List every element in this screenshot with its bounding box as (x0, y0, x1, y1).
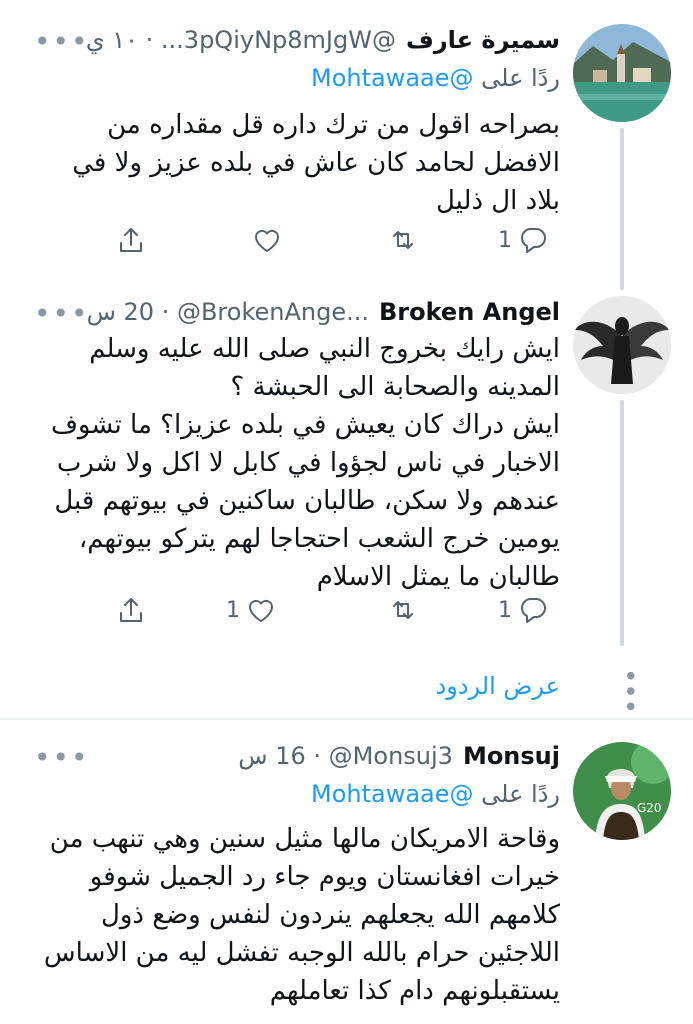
share-icon (120, 598, 142, 622)
display-name[interactable]: Broken Angel (379, 298, 560, 326)
replying-prefix: ردًا على (481, 780, 560, 808)
reply-button[interactable]: 1 (498, 220, 548, 260)
winged-angel-avatar-icon (573, 296, 671, 394)
tweet-actions: 1 1 (0, 590, 693, 630)
display-name[interactable]: Monsuj (463, 742, 560, 770)
display-name[interactable]: سميرة عارف (406, 26, 560, 54)
tweet-text-line-2: ايش دراك كان يعيش في بلده عزيزا؟ ما تشوف… (50, 410, 560, 592)
like-button[interactable]: 1 (226, 590, 276, 630)
like-count: 1 (226, 597, 240, 623)
heart-icon (248, 599, 274, 622)
avatar[interactable] (573, 24, 671, 122)
svg-text:G20: G20 (637, 801, 662, 815)
timestamp[interactable]: 20 س (87, 298, 154, 326)
mention-link[interactable]: @Mohtawaae (311, 64, 474, 92)
tweet-text: ايش رايك بخروج النبي صلى الله عليه وسلم … (30, 330, 560, 596)
retweet-button[interactable] (388, 220, 418, 260)
tweet-3[interactable]: G20 ••• Monsuj @Monsuj3 · 16 س ردًا على … (0, 720, 693, 1024)
share-button[interactable] (116, 220, 146, 260)
reply-count: 1 (498, 597, 512, 623)
user-handle[interactable]: @BrokenAnge... (177, 298, 369, 326)
reply-button[interactable]: 1 (498, 590, 548, 630)
separator-dot: · (305, 742, 329, 770)
avatar[interactable]: G20 (573, 742, 671, 840)
tweet-actions: 1 (0, 220, 693, 260)
tweet-text-line-1: ايش رايك بخروج النبي صلى الله عليه وسلم … (89, 334, 560, 402)
retweet-icon (393, 601, 413, 619)
like-button[interactable] (252, 220, 282, 260)
tweet-header: Monsuj @Monsuj3 · 16 س (238, 738, 560, 774)
share-button[interactable] (116, 590, 146, 630)
user-handle[interactable]: @3pQiyNp8mJgW... (161, 26, 396, 54)
tweet-text: بصراحه اقول من ترك داره قل مقداره من الا… (30, 106, 560, 220)
replying-prefix: ردًا على (481, 64, 560, 92)
more-options-icon[interactable]: ••• (34, 28, 90, 56)
thread-line (620, 128, 624, 290)
timestamp[interactable]: 16 س (238, 742, 305, 770)
tweet-text-body: بصراحه اقول من ترك داره قل مقداره من الا… (72, 110, 560, 216)
reply-count: 1 (498, 227, 512, 253)
separator-dot: · (138, 26, 161, 54)
more-options-icon[interactable]: ••• (34, 300, 90, 328)
replying-to: ردًا على @Mohtawaae (311, 64, 560, 92)
replying-to: ردًا على @Mohtawaae (311, 780, 560, 808)
heart-icon (254, 229, 280, 252)
tweet-text-body: وقاحة الامريكان مالها مثيل سنين وهي تنهب… (43, 824, 560, 1006)
reply-icon (521, 598, 546, 623)
share-icon (120, 228, 142, 252)
show-replies-link[interactable]: عرض الردود (436, 672, 560, 700)
mention-link[interactable]: @Mohtawaae (311, 780, 474, 808)
tweet-1[interactable]: ••• سميرة عارف @3pQiyNp8mJgW... · ١٠ ي ر… (0, 0, 693, 290)
reply-icon (521, 228, 546, 253)
thread-dots-icon: ••• (614, 668, 644, 715)
tweet-header: Broken Angel @BrokenAnge... · 20 س (87, 294, 560, 330)
g20-portrait-avatar-icon: G20 (573, 742, 671, 840)
lake-village-avatar-icon (573, 24, 671, 122)
timestamp[interactable]: ١٠ ي (86, 26, 138, 54)
tweet-header: سميرة عارف @3pQiyNp8mJgW... · ١٠ ي (86, 22, 560, 58)
avatar[interactable] (573, 296, 671, 394)
more-options-icon[interactable]: ••• (34, 744, 90, 772)
retweet-icon (393, 231, 413, 249)
separator-dot: · (154, 298, 177, 326)
tweet-text: وقاحة الامريكان مالها مثيل سنين وهي تنهب… (30, 820, 560, 1010)
retweet-button[interactable] (388, 590, 418, 630)
user-handle[interactable]: @Monsuj3 (329, 742, 453, 770)
tweet-2[interactable]: ••• Broken Angel @BrokenAnge... · 20 س ا… (0, 290, 693, 670)
